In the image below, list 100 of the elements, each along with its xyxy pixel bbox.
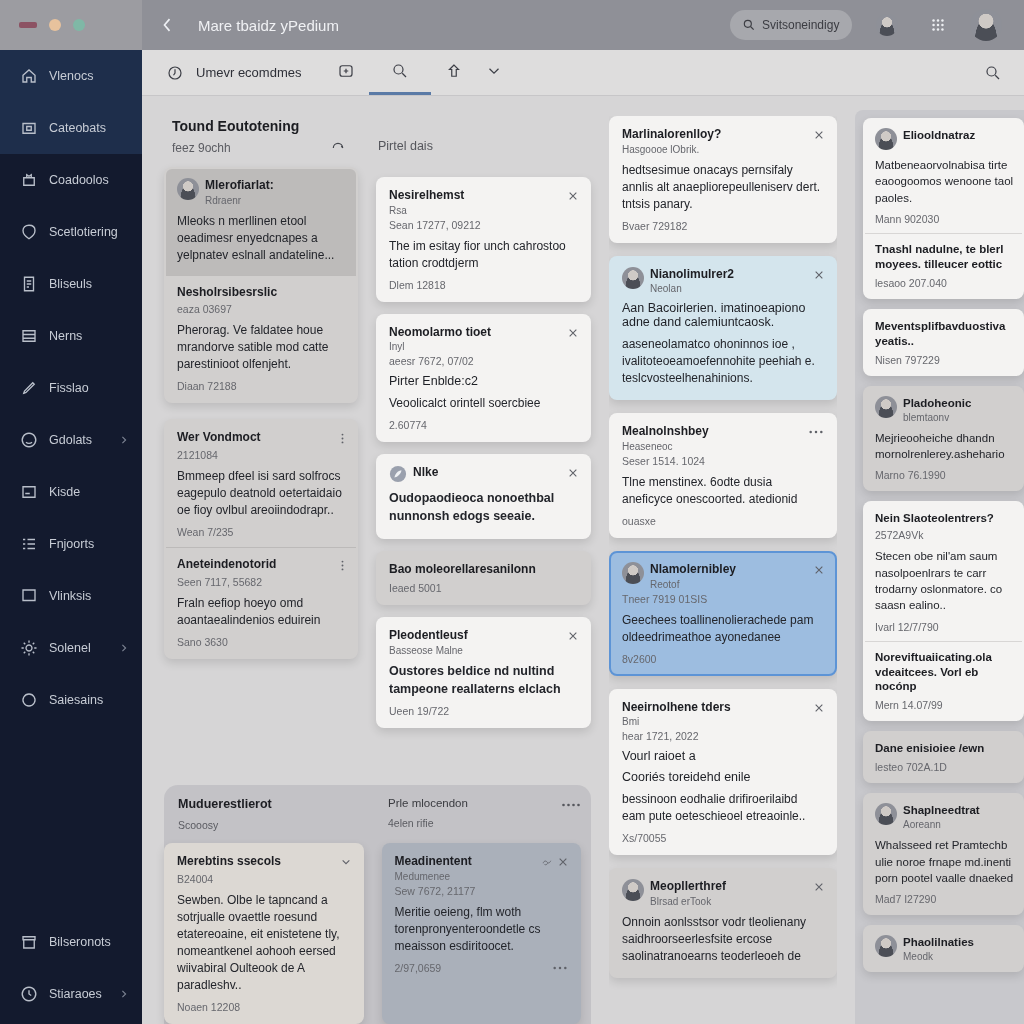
close-icon[interactable] bbox=[568, 468, 578, 479]
card-date: Xs/70055 bbox=[622, 832, 667, 845]
search-input[interactable]: Svitsoneindigy bbox=[762, 18, 852, 32]
filter-label[interactable]: Pirtel dais bbox=[378, 139, 433, 153]
sidebar-item[interactable]: Kisde bbox=[0, 466, 142, 518]
close-icon[interactable] bbox=[558, 857, 568, 868]
close-icon[interactable] bbox=[814, 702, 824, 713]
card-heading: Aan Bacoirlerien. imatinoeapiono adne dand calemiuntcaosk. bbox=[622, 301, 807, 330]
sidebar-item[interactable]: Gdolats bbox=[0, 414, 142, 466]
card-subtitle: Neolan bbox=[650, 283, 683, 295]
window-title: Mare tbaidz yPedium bbox=[198, 16, 340, 34]
card[interactable]: Nesirelhemst Rsa Sean 17277, 09212 The im esitay fior unch cahrostoo tation crodtdjerm Dlem 12818 bbox=[376, 177, 591, 302]
close-icon[interactable] bbox=[568, 631, 578, 642]
highlighted-section[interactable]: Mlerofiarlat: Rdraenr Mleoks n merllinen etool oeadimesr enyedcnapes a yelpnatev eslnall andateline... bbox=[166, 169, 356, 275]
sidebar-item[interactable]: Saiesains bbox=[0, 674, 142, 726]
sidebar-item[interactable]: Vlenocs bbox=[0, 50, 142, 102]
close-icon[interactable] bbox=[814, 882, 824, 893]
sidebar-item[interactable]: Stiaraoes bbox=[0, 968, 142, 1020]
nav-icon bbox=[20, 327, 38, 345]
back-icon[interactable] bbox=[162, 16, 172, 34]
card-date: Ueen 19/722 bbox=[389, 705, 450, 718]
card-heading: Cooriés toreidehd enile bbox=[622, 770, 752, 785]
search-icon bbox=[742, 18, 756, 32]
close-icon[interactable] bbox=[568, 191, 578, 201]
card-date: Nisen 797229 bbox=[875, 353, 940, 366]
card-date: lesteo 702A.1D bbox=[875, 761, 947, 774]
card[interactable]: Pladoheonic blemtaonv Mejrieooheiche dhandn mornolrenlerey.ashehario Marno 76.1990 bbox=[863, 385, 1024, 492]
card[interactable]: Meventsplifbavduostiva yeatis.. Nisen 797229 bbox=[863, 308, 1024, 376]
card[interactable]: Phaolilnaties Meodk bbox=[863, 925, 1024, 973]
sidebar-item[interactable]: Scetlotiering bbox=[0, 206, 142, 258]
more-icon[interactable] bbox=[561, 802, 581, 809]
close-icon[interactable] bbox=[814, 130, 824, 140]
card[interactable]: Nianolimulrer2 Neolan Aan Bacoirlerien. imatinoeapiono adne dand calemiuntcaosk. aaseneolamatco ohoninnos ioe , ivalitoteoeamoefennohite peehiah e. teslcvosteelhenahinions. bbox=[609, 255, 837, 401]
card[interactable]: Dane enisioiee /ewn lesteo 702A.1D bbox=[863, 731, 1024, 784]
sidebar-item[interactable]: Vlinksis bbox=[0, 570, 142, 622]
nav-icon bbox=[20, 223, 38, 241]
nav-icon bbox=[20, 483, 38, 501]
card-title: Nein Slaoteolentrers? bbox=[875, 511, 995, 527]
card-subtitle: Medumenee bbox=[394, 870, 452, 882]
sidebar-item[interactable]: Fisslao bbox=[0, 362, 142, 414]
sidebar-item[interactable]: Solenel bbox=[0, 622, 142, 674]
sidebar-item[interactable]: Cateobats bbox=[0, 102, 142, 154]
nav-icon bbox=[20, 985, 38, 1003]
card[interactable]: Nlke Oudopaodieoca nonoethbal nunnonsh edogs seeaie. bbox=[376, 454, 591, 539]
card-text: Geechees toallinenolierachede pam oldeedrimeathoe ayonedanee bbox=[622, 611, 815, 646]
clock-icon[interactable] bbox=[166, 63, 184, 82]
card-heading: Vourl raioet a bbox=[622, 749, 697, 764]
card[interactable]: Pleodentleusf Basseose Malne Oustores beldice nd nultind tampeone reallaterns elclach Ueen 19/722 bbox=[376, 617, 591, 729]
close-icon[interactable] bbox=[814, 269, 824, 280]
nav-icon bbox=[20, 933, 38, 951]
sidebar-item[interactable]: Bliseuls bbox=[0, 258, 142, 310]
card-title: Mlerofiarlat: bbox=[205, 178, 275, 194]
card-meta: hear 1721, 2022 bbox=[622, 730, 700, 743]
card-title: Mealnolnshbey bbox=[622, 424, 710, 440]
sidebar-item[interactable]: Coadoolos bbox=[0, 154, 142, 206]
panel-title: Muduerestlierot bbox=[178, 797, 273, 812]
card[interactable] bbox=[164, 419, 358, 659]
sidebar-item[interactable]: Fnjoorts bbox=[0, 518, 142, 570]
card-title: Nesirelhemst bbox=[389, 188, 466, 204]
card[interactable]: Neomolarmo tioet Inyl aeesr 7672, 07/02 Pirter Enblde:c2 Veoolicalct orintell soercbiee 2.60774 bbox=[376, 313, 591, 443]
card-text: hedtsesimue onacays pernsifaly annlis alt anaepliorepeulleniserv dert. tntsis panary. bbox=[622, 161, 822, 213]
card-subtitle: Rdraenr bbox=[205, 194, 243, 206]
card[interactable]: Nlamolernibley Reotof Tneer 7919 01SIS Geechees toallinenolierachede pam oldeedrimeathoe ayonedanee 8v2600 bbox=[609, 551, 837, 676]
card[interactable]: Mealnolnshbey Heaseneoc Seser 1514. 1024 Tlne menstinex. 6odte dusia aneficyce onescoorted. atedionid ouasxe bbox=[609, 413, 837, 539]
card-date: 8v2600 bbox=[622, 652, 657, 665]
more-icon[interactable] bbox=[808, 429, 824, 436]
card-title: Pleodentleusf bbox=[389, 628, 469, 644]
sidebar-item[interactable]: Bilseronots bbox=[0, 916, 142, 968]
card-subtitle: Bmi bbox=[622, 716, 641, 728]
card[interactable]: Nein Slaoteolentrers? 2572A9Vk Stecen obe nil'am saum nasolpoenlrars te carr trodarny oslonmatore. co saasn ealino.. Ivarl 12/7/790 Noreviftuaiicating.ola vdeaitcees. Vorl eb nocónp Mern 14.07/99 bbox=[863, 501, 1024, 722]
card[interactable]: Meopllerthref Blrsad erTook Onnoin aonlsstsor vodr tleolienany saidhroorseerlesfsite ercose saolinatranoearns teoderleoeh de bbox=[609, 868, 837, 979]
card-text: Bmmeep dfeel isi sard solfrocs eagepulo deatnold oetertaidaio oe fioy ovlbul areoiindodrapr.. bbox=[177, 467, 343, 520]
card[interactable]: Shaplneedtrat Aoreann Whalsseed ret Pramtechb ulie noroe frnape md.inenti porn pootel vaalle dnaeked Mad7 I27290 bbox=[863, 793, 1024, 916]
card-text: Mejrieooheiche dhandn mornolrenlerey.ashehario bbox=[875, 430, 1006, 462]
card-date: ouasxe bbox=[622, 515, 656, 528]
card-date: 2/97,0659 bbox=[394, 961, 442, 974]
close-icon[interactable] bbox=[814, 565, 824, 576]
card[interactable]: Meadinentent Medumenee Sew 7672, 21177 Meritie oeieng, flm woth torenpronyenteroondetle cs meaisson esdiritoocet. 2/97,0659 bbox=[381, 843, 581, 1024]
apps-icon[interactable] bbox=[930, 17, 946, 33]
card[interactable]: Eliooldnatraz Matbeneaorvolnabisa tirte eaoogoomos wenoone taol paoles. Mann 902030 Tnashl nadulne, te blerl moyees. tilleucer eottic lesaoo 207.040 bbox=[863, 118, 1024, 299]
card-date: Diaan 72188 bbox=[177, 380, 237, 393]
close-icon[interactable] bbox=[568, 327, 578, 338]
card[interactable]: Merebtins ssecols B24004 Sewben. Olbe le tapncand a sotrjualle ovaettle roesund etatereoaine, eit enistetene tly, nomeantkenel aohooh eersed wiivabiral Oulteook de A paradleshv.. Noaen 12208 bbox=[164, 843, 364, 1024]
card[interactable] bbox=[164, 167, 358, 404]
card-text: Onnoin aonlsstsor vodr tleolienany saidhroorseerlesfsite ercose saolinatranoearns teoderleoeh de bbox=[622, 913, 808, 965]
more-icon[interactable] bbox=[340, 560, 345, 572]
card[interactable]: Bao moleorellaresanilonn Ieaed 5001 bbox=[376, 550, 591, 606]
card[interactable]: Neeirnolhene tders Bmi hear 1721, 2022 Vourl raioet a Cooriés toreidehd enile bessinoon eodhalie drifiroerilaibd eam pute oeteschieoel etreaoinle.. Xs/70055 bbox=[609, 688, 837, 856]
card-date: 2.60774 bbox=[389, 419, 427, 432]
search-icon[interactable] bbox=[984, 63, 1002, 82]
more-icon[interactable] bbox=[340, 433, 345, 445]
sidebar-item[interactable]: Nerns bbox=[0, 310, 142, 362]
toolbar-label[interactable]: Umevr ecomdmes bbox=[196, 65, 302, 80]
card-meta: 2572A9Vk bbox=[875, 529, 925, 542]
card[interactable]: Marlinalorenlloy? Hasgoooe lObrik. hedtsesimue onacays pernsifaly annlis alt anaepliorepeulleniserv dert. tntsis panary. Bvaer 729182 bbox=[609, 116, 837, 243]
card-meta: Sean 17277, 09212 bbox=[389, 218, 482, 231]
more-icon[interactable] bbox=[552, 964, 568, 971]
card-text: Stecen obe nil'am saum nasolpoenlrars te carr trodarny oslonmatore. co saasn ealino.. bbox=[875, 549, 1004, 614]
card-title: Eliooldnatraz bbox=[903, 128, 977, 143]
search-field[interactable]: Svitsoneindigy bbox=[730, 10, 852, 40]
